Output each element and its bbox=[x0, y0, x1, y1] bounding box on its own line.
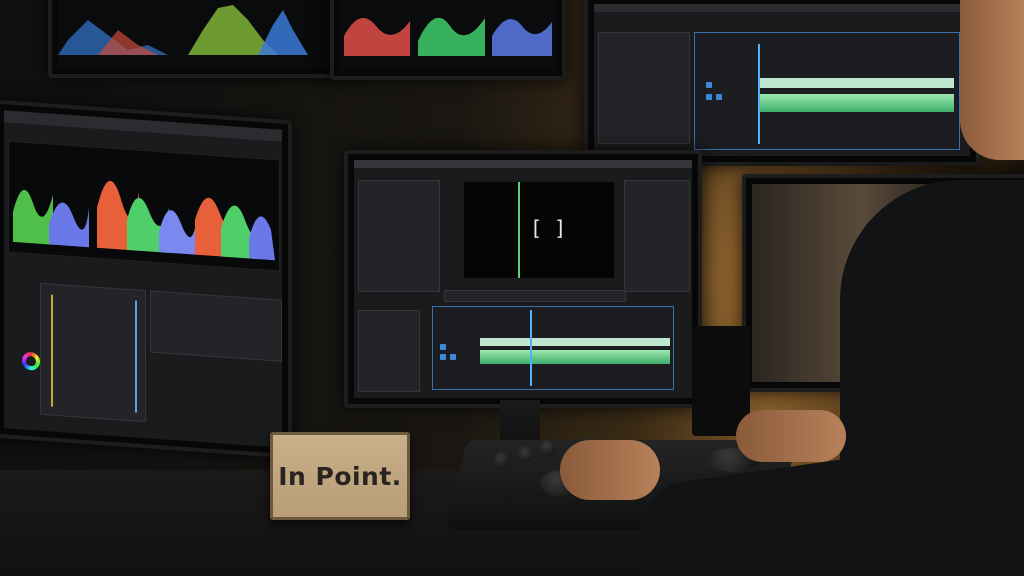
editor-person-left-hand bbox=[560, 440, 660, 500]
left-grading-monitor bbox=[0, 99, 292, 459]
parade-panel bbox=[8, 140, 280, 272]
grading-screen bbox=[4, 110, 282, 448]
video-clip bbox=[480, 338, 670, 346]
editing-suite-scene: [ ] In Point. bbox=[0, 0, 1024, 576]
program-monitor-viewer: [ ] bbox=[464, 182, 614, 278]
center-editing-monitor: [ ] bbox=[344, 150, 702, 408]
track-toggle-icon bbox=[706, 94, 712, 100]
histogram-scope bbox=[58, 5, 308, 55]
control-knob bbox=[494, 452, 510, 468]
track-toggle-icon bbox=[450, 354, 456, 360]
control-knob bbox=[540, 440, 556, 456]
top-left-scope-monitor bbox=[48, 0, 346, 78]
transport-bar bbox=[444, 290, 626, 302]
top-center-parade-monitor bbox=[330, 0, 566, 80]
top-right-timeline-monitor bbox=[584, 0, 980, 166]
project-panel bbox=[598, 32, 690, 144]
track-toggle-icon bbox=[716, 94, 722, 100]
timeline-panel bbox=[432, 306, 674, 390]
menu-bar bbox=[354, 160, 692, 168]
color-wheel-icon bbox=[22, 351, 40, 371]
effects-panel bbox=[624, 180, 690, 292]
sign-text: In Point. bbox=[278, 461, 402, 491]
menu-bar bbox=[594, 4, 970, 12]
curves-panel bbox=[40, 282, 146, 423]
curve-line bbox=[135, 300, 137, 413]
control-knob bbox=[518, 446, 534, 462]
media-panel bbox=[358, 310, 420, 392]
bracket-icon: [ ] bbox=[530, 216, 567, 240]
top-right-screen bbox=[594, 4, 970, 156]
editor-screen: [ ] bbox=[354, 160, 692, 398]
track-toggle-icon bbox=[706, 82, 712, 88]
timeline-panel bbox=[694, 32, 960, 150]
rgb-parade-scope bbox=[13, 180, 275, 261]
track-toggle-icon bbox=[440, 344, 446, 350]
editor-person-right-hand bbox=[736, 410, 846, 462]
project-bin-panel bbox=[358, 180, 440, 292]
curve-line bbox=[51, 294, 53, 407]
parade-screen bbox=[340, 0, 556, 70]
audio-clip bbox=[758, 94, 954, 112]
video-clip bbox=[758, 78, 954, 88]
rgb-parade-scope bbox=[344, 17, 552, 57]
timeline-playhead bbox=[530, 310, 532, 386]
editor-person-face bbox=[960, 0, 1024, 160]
in-point-sign: In Point. bbox=[270, 432, 410, 520]
timeline-playhead bbox=[758, 44, 760, 144]
viewer-center-line bbox=[518, 182, 520, 278]
inspector-panel bbox=[150, 290, 282, 362]
scope-screen bbox=[58, 0, 336, 68]
audio-clip bbox=[480, 350, 670, 364]
track-toggle-icon bbox=[440, 354, 446, 360]
